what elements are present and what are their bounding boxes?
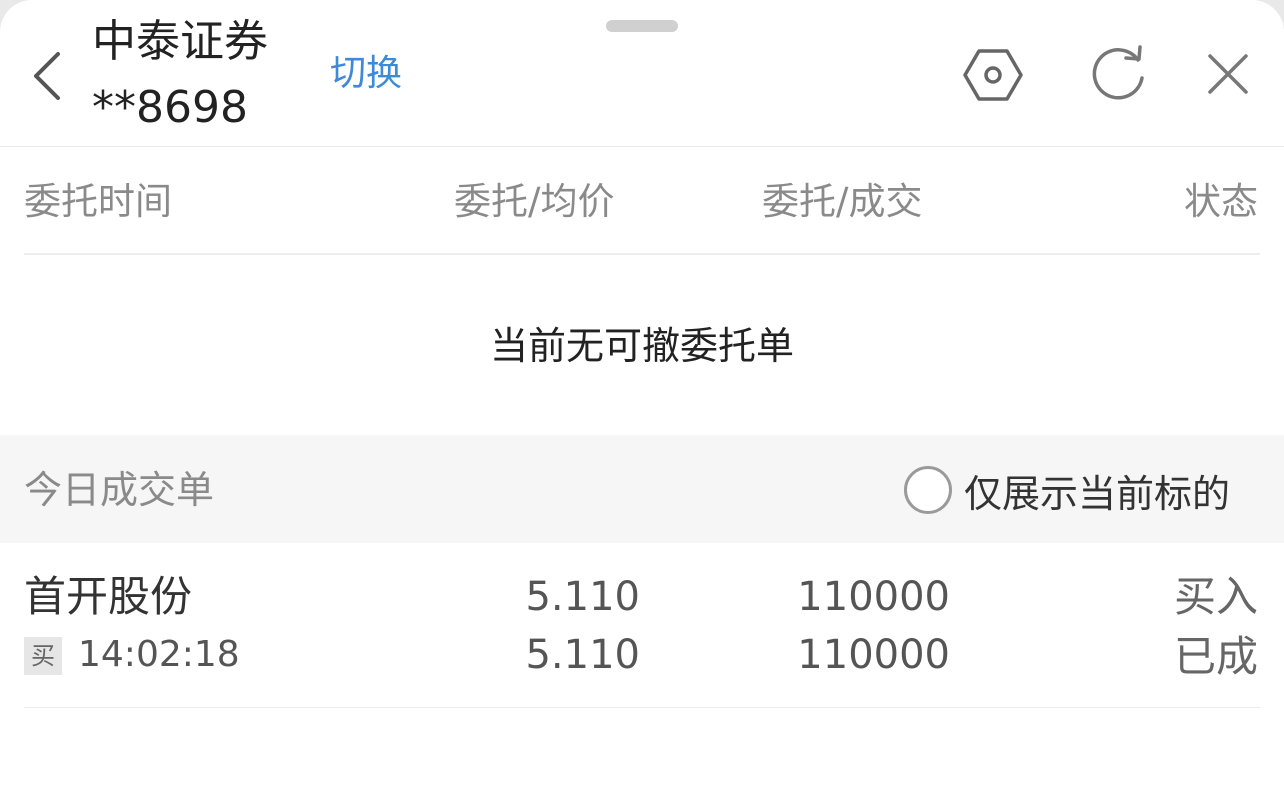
order-price: 5.110	[525, 574, 640, 620]
current-symbol-filter-toggle[interactable]: 仅展示当前标的	[904, 462, 1230, 518]
order-quantity: 110000	[797, 574, 950, 620]
empty-orders-message: 当前无可撤委托单	[489, 324, 794, 368]
column-header-quantity: 委托/成交	[762, 180, 923, 223]
stock-name: 首开股份	[24, 572, 193, 621]
trade-row[interactable]: 首开股份 买 14:02:18 5.110 5.110 110000 11000…	[0, 543, 1284, 707]
trade-time: 14:02:18	[78, 634, 240, 675]
chevron-left-icon	[34, 52, 60, 100]
row-divider	[24, 707, 1260, 708]
radio-unchecked-icon[interactable]	[904, 466, 952, 514]
drag-handle[interactable]	[606, 20, 678, 32]
refresh-button[interactable]	[1088, 44, 1150, 106]
filter-label: 仅展示当前标的	[964, 471, 1231, 516]
close-button[interactable]	[1200, 46, 1256, 102]
trade-side: 买入	[1173, 572, 1258, 621]
settings-hexagon-icon	[963, 49, 1023, 101]
trade-sheet: 中泰证券 **8698 切换 委托时间 委托/均价 委托/成交 状态 当前无可撤…	[0, 0, 1284, 800]
header-divider	[0, 146, 1284, 147]
column-header-status: 状态	[1184, 180, 1258, 223]
column-header-time: 委托时间	[24, 180, 172, 223]
account-number: **8698	[92, 82, 248, 133]
trade-status: 已成	[1173, 632, 1258, 681]
switch-account-link[interactable]: 切换	[330, 52, 402, 96]
back-button[interactable]	[24, 44, 72, 108]
buy-badge: 买	[24, 637, 62, 675]
today-trades-title: 今日成交单	[24, 468, 215, 512]
close-icon	[1208, 54, 1248, 94]
column-header-divider	[24, 253, 1260, 255]
column-header-price: 委托/均价	[454, 180, 615, 223]
filled-quantity: 110000	[797, 632, 950, 678]
settings-button[interactable]	[962, 44, 1024, 106]
average-price: 5.110	[525, 632, 640, 678]
broker-name: 中泰证券	[92, 16, 268, 67]
refresh-icon	[1092, 45, 1144, 100]
